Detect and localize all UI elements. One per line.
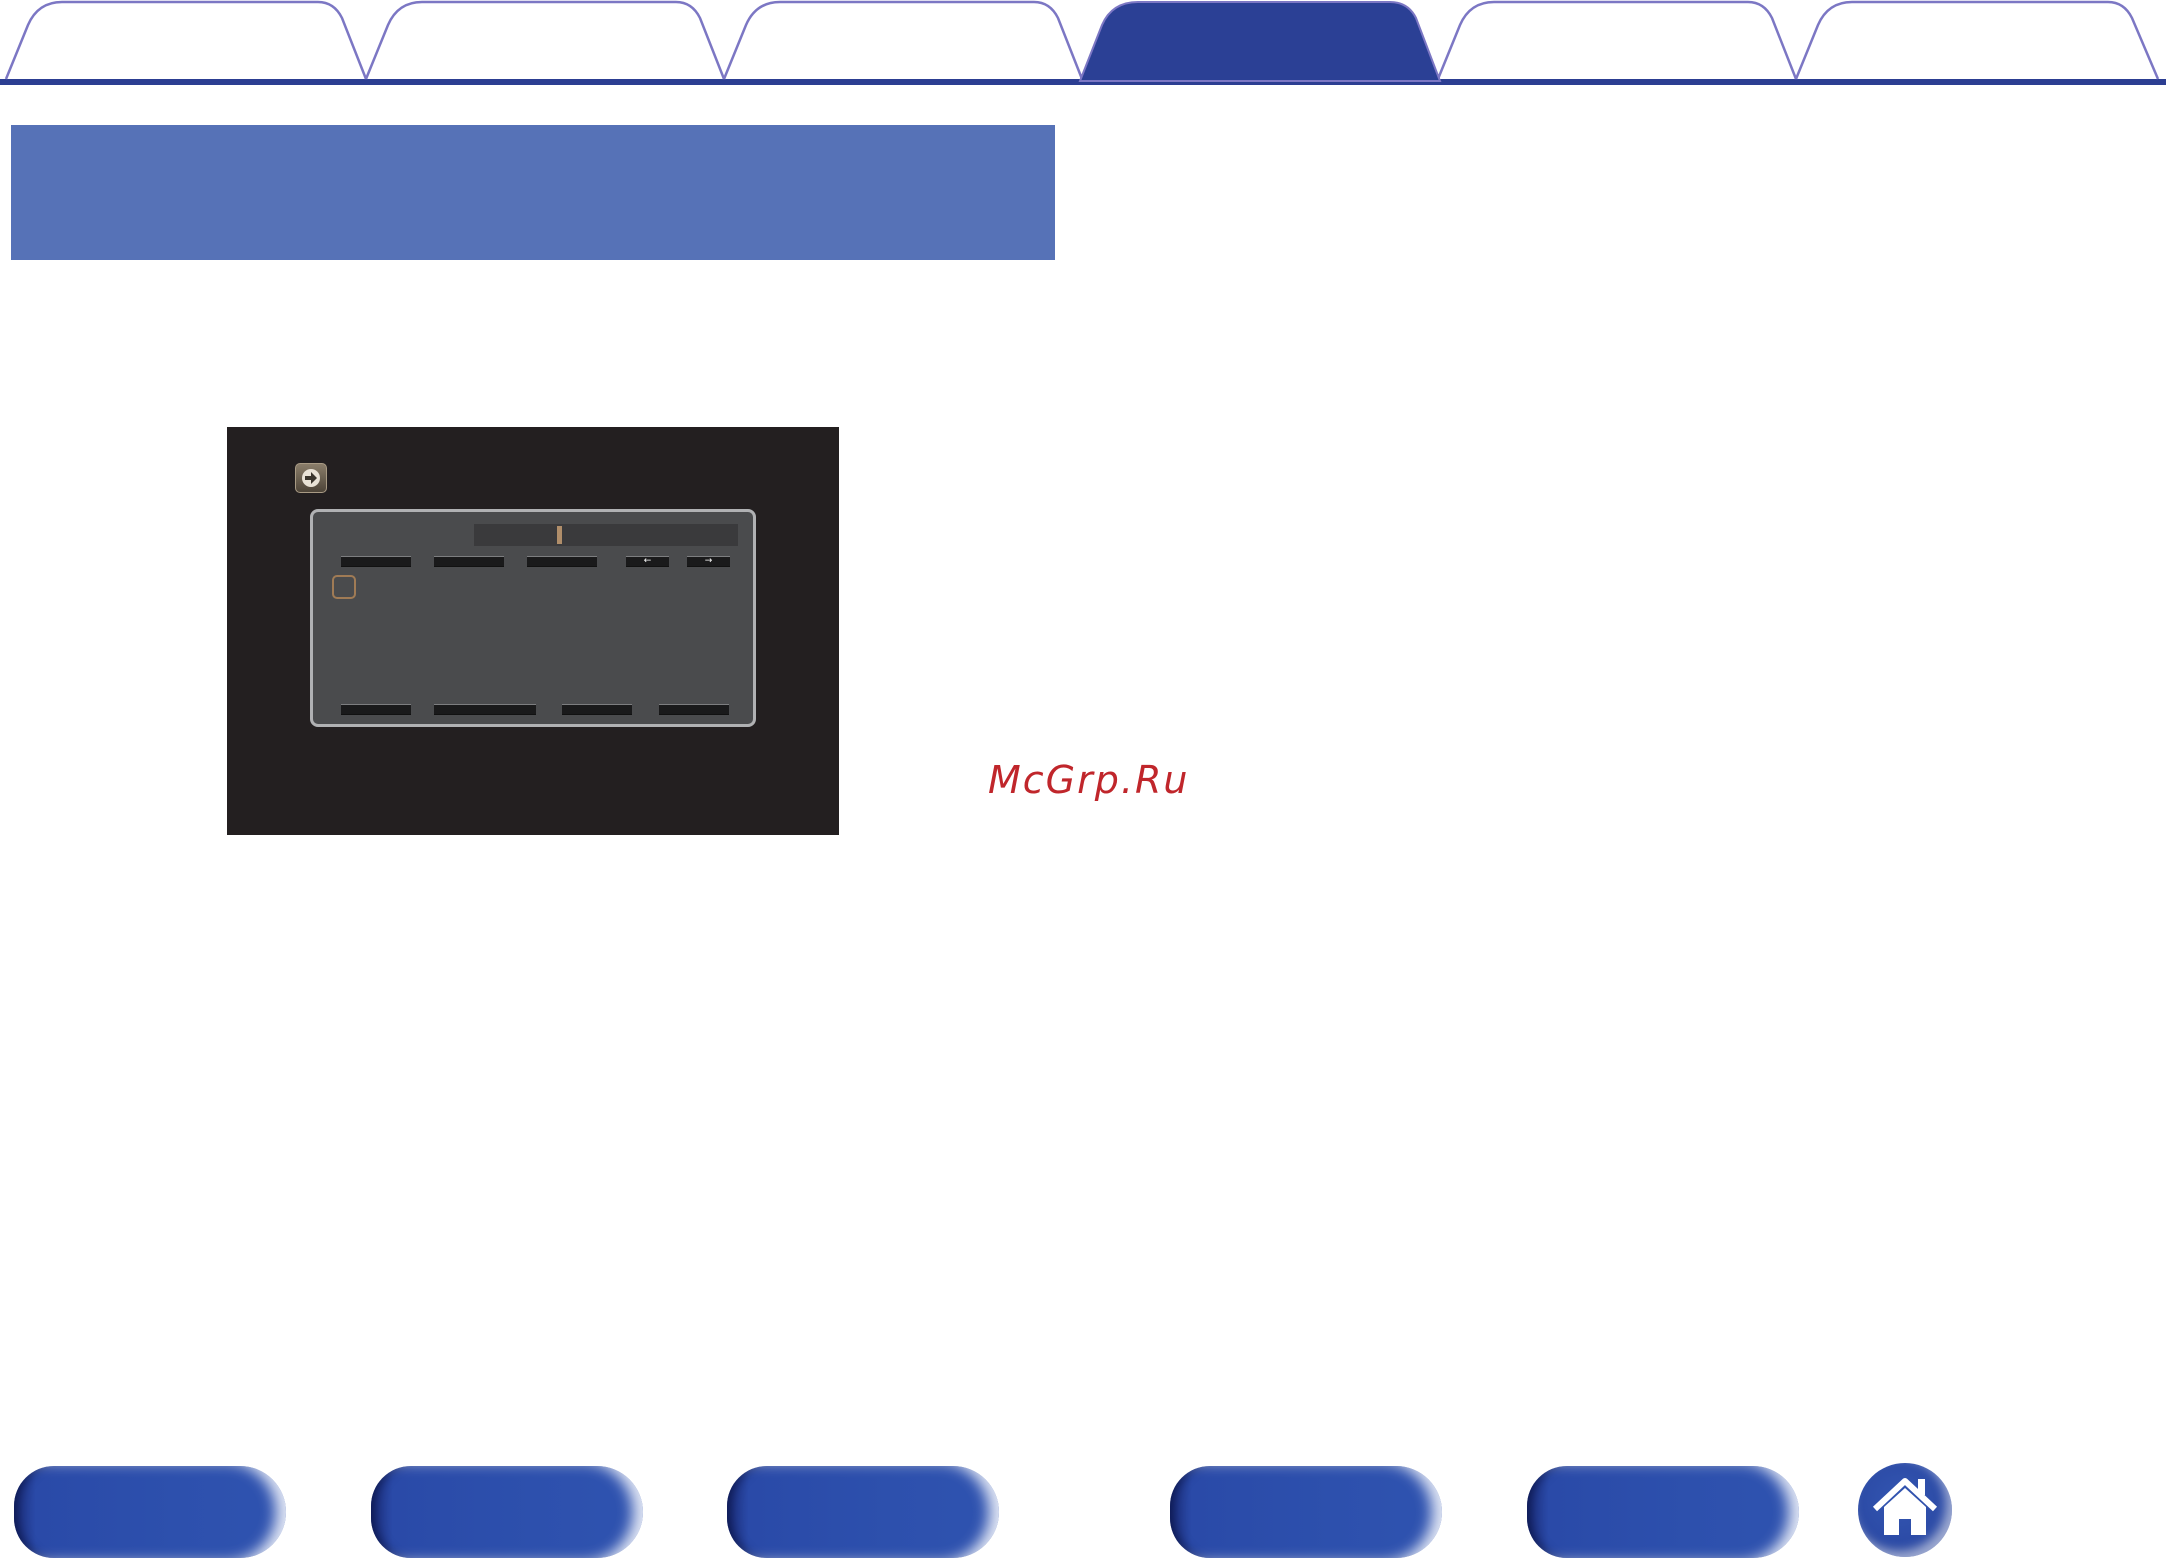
nav-button-1[interactable] [14, 1466, 286, 1558]
section-header-bar [11, 125, 1055, 260]
home-button[interactable] [1858, 1463, 1952, 1557]
tab-6[interactable] [1794, 0, 2160, 80]
text-cursor [557, 526, 562, 544]
tab-strip-graphic [0, 0, 2166, 85]
cursor-left-key[interactable]: ← [626, 556, 669, 567]
tab-strip [0, 0, 2166, 90]
name-input-field[interactable] [474, 524, 738, 546]
tab-5[interactable] [1436, 0, 1798, 80]
key-bottom-1[interactable] [341, 704, 411, 715]
input-arrow-icon [295, 463, 327, 493]
key-bottom-3[interactable] [562, 704, 632, 715]
character-cell-selected[interactable] [332, 575, 356, 599]
key-top-2[interactable] [434, 556, 504, 567]
key-bottom-2[interactable] [434, 704, 536, 715]
tab-2[interactable] [364, 0, 726, 80]
tab-4-active[interactable] [1078, 1, 1442, 82]
nav-button-2[interactable] [371, 1466, 643, 1558]
name-input-dialog: ← → [310, 509, 756, 727]
key-top-1[interactable] [341, 556, 411, 567]
tab-3[interactable] [722, 0, 1084, 80]
cursor-right-key[interactable]: → [687, 556, 730, 567]
screen-preview: ← → [227, 427, 839, 835]
tab-1[interactable] [4, 0, 368, 80]
home-icon [1872, 1478, 1938, 1535]
key-top-3[interactable] [527, 556, 597, 567]
nav-button-5[interactable] [1527, 1466, 1799, 1558]
watermark: McGrp.Ru [988, 758, 1190, 802]
nav-button-4[interactable] [1170, 1466, 1442, 1558]
key-bottom-4[interactable] [659, 704, 729, 715]
nav-button-3[interactable] [727, 1466, 999, 1558]
